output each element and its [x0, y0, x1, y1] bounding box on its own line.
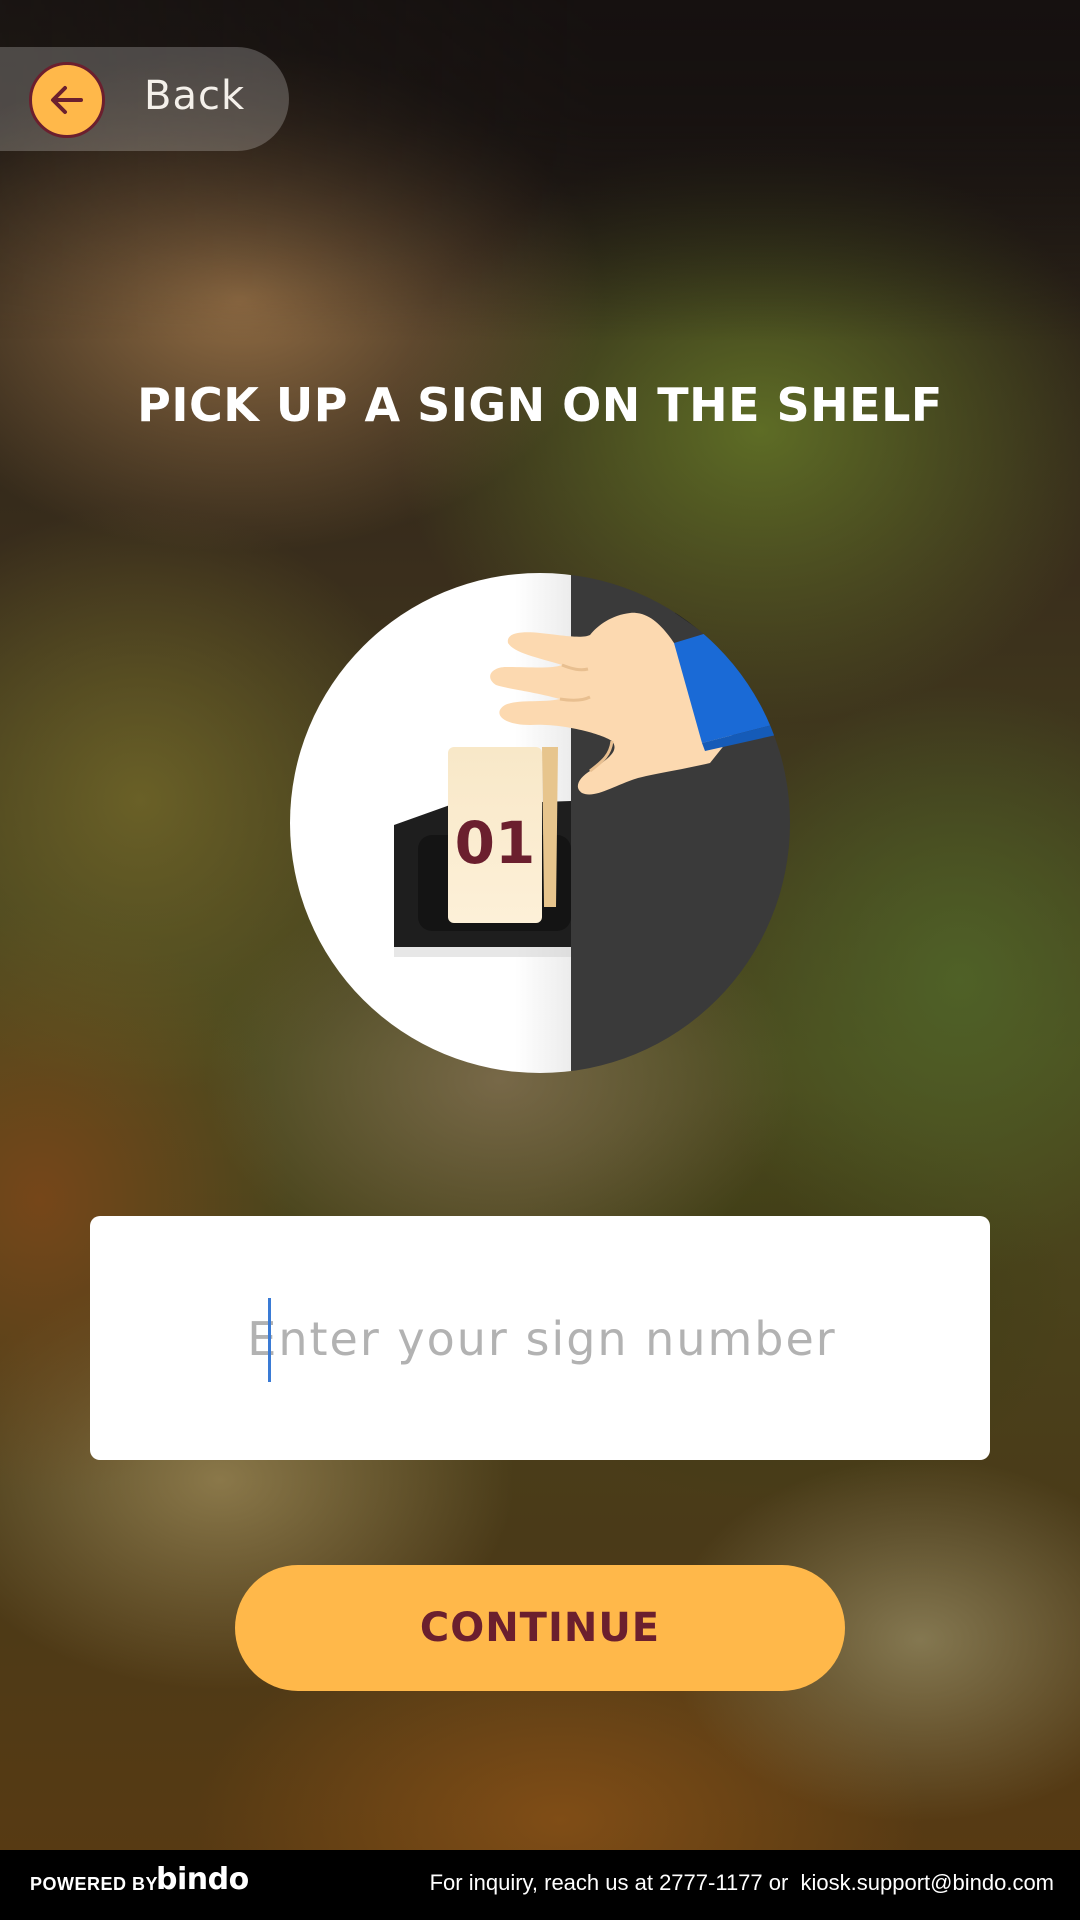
footer-bar: POWERED BY bindo For inquiry, reach us a…	[0, 1850, 1080, 1920]
arrow-left-icon	[51, 86, 83, 114]
kiosk-screen: Back PICK UP A SIGN ON THE SHELF 01 Ente…	[0, 0, 1080, 1920]
sign-number-field[interactable]	[90, 1216, 994, 1462]
back-arrow-icon	[29, 62, 105, 138]
bindo-logo: bindo	[156, 1862, 249, 1897]
sign-number-label: 01	[455, 809, 536, 877]
continue-button[interactable]: CONTINUE	[235, 1565, 845, 1691]
continue-label: CONTINUE	[419, 1605, 661, 1651]
sign-number-input[interactable]	[90, 1216, 994, 1462]
page-title: PICK UP A SIGN ON THE SHELF	[137, 378, 943, 432]
back-label: Back	[144, 73, 246, 119]
hand-picking-sign-image: 01	[290, 573, 790, 1073]
pick-up-sign-illustration: 01	[290, 573, 790, 1073]
inquiry-text: For inquiry, reach us at 2777-1177 or ki…	[429, 1870, 1054, 1895]
text-cursor	[268, 1298, 271, 1382]
back-button[interactable]: Back	[0, 47, 289, 151]
powered-by-label: POWERED BY	[30, 1874, 159, 1894]
